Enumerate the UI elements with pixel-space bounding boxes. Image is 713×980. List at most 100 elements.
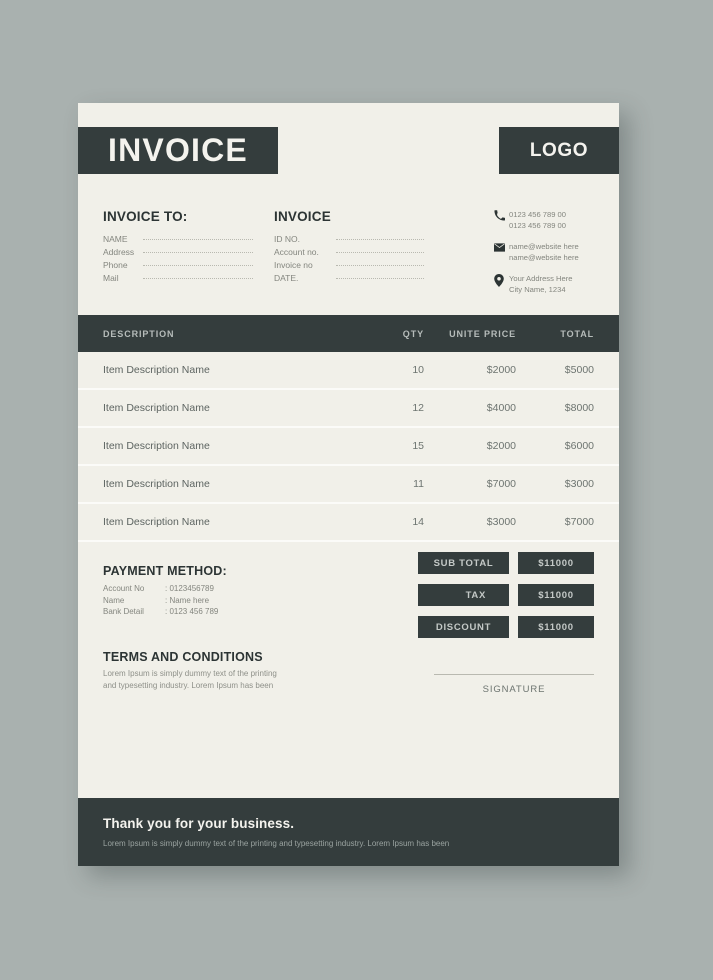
items-table-header: DESCRIPTION QTY UNITE PRICE TOTAL — [78, 315, 619, 352]
total-row-discount: DISCOUNT $11000 — [418, 616, 594, 638]
payment-row-account: Account No : 0123456789 — [103, 584, 218, 596]
payment-value-account: : 0123456789 — [165, 584, 214, 593]
invoice-meta-label-invoiceno: Invoice no — [274, 260, 313, 270]
contact-address: Your Address Here City Name, 1234 — [494, 273, 624, 295]
contact-block: 0123 456 789 00 0123 456 789 00 name@web… — [494, 209, 624, 305]
table-row[interactable]: Item Description Name 14 $3000 $7000 — [78, 504, 619, 542]
bill-to-input-phone[interactable] — [143, 265, 253, 266]
cell-total: $5000 — [564, 364, 594, 376]
bill-to-label-name: NAME — [103, 234, 128, 244]
invoice-meta-input-id[interactable] — [336, 239, 424, 240]
footer-title: Thank you for your business. — [103, 816, 295, 831]
invoice-meta-input-date[interactable] — [336, 278, 424, 279]
discount-value: $11000 — [518, 616, 594, 638]
cell-unit-price: $4000 — [486, 402, 516, 414]
logo-badge: LOGO — [499, 127, 619, 174]
column-header-total: TOTAL — [560, 328, 594, 339]
contact-email-lines: name@website here name@website here — [509, 241, 579, 263]
cell-unit-price: $7000 — [486, 478, 516, 490]
invoice-header: INVOICE LOGO INVOICE TO: NAME Address Ph… — [78, 103, 619, 315]
invoice-meta-input-invoiceno[interactable] — [336, 265, 424, 266]
discount-label: DISCOUNT — [418, 616, 509, 638]
cell-description: Item Description Name — [103, 402, 210, 414]
bill-to-input-mail[interactable] — [143, 278, 253, 279]
footer-subtitle: Lorem Ipsum is simply dummy text of the … — [103, 839, 450, 848]
invoice-meta-label-account: Account no. — [274, 247, 319, 257]
signature-line[interactable] — [434, 674, 594, 675]
invoice-footer: Thank you for your business. Lorem Ipsum… — [78, 798, 619, 866]
field-row: Mail — [103, 273, 253, 285]
invoice-page: INVOICE LOGO INVOICE TO: NAME Address Ph… — [78, 103, 619, 866]
payment-method-details: Account No : 0123456789 Name : Name here… — [103, 584, 218, 619]
field-row: Invoice no — [274, 260, 424, 272]
contact-email: name@website here name@website here — [494, 241, 624, 263]
page-title: INVOICE — [108, 132, 248, 168]
contact-phone-line1: 0123 456 789 00 — [509, 210, 567, 219]
table-row[interactable]: Item Description Name 12 $4000 $8000 — [78, 390, 619, 428]
cell-qty: 12 — [412, 402, 424, 414]
invoice-meta-label-date: DATE. — [274, 273, 299, 283]
column-header-unit-price: UNITE PRICE — [449, 328, 516, 339]
column-header-qty: QTY — [402, 328, 424, 339]
cell-qty: 11 — [413, 478, 424, 490]
items-table-body: Item Description Name 10 $2000 $5000 Ite… — [78, 352, 619, 542]
subtotal-label: SUB TOTAL — [418, 552, 509, 574]
location-pin-icon — [494, 273, 509, 287]
subtotal-value: $11000 — [518, 552, 594, 574]
summary-section: PAYMENT METHOD: Account No : 0123456789 … — [78, 542, 619, 782]
table-row[interactable]: Item Description Name 10 $2000 $5000 — [78, 352, 619, 390]
cell-total: $3000 — [564, 478, 594, 490]
envelope-icon — [494, 241, 509, 253]
tax-value: $11000 — [518, 584, 594, 606]
bill-to-label-mail: Mail — [103, 273, 119, 283]
payment-key-bank: Bank Detail — [103, 607, 144, 616]
cell-total: $8000 — [564, 402, 594, 414]
payment-key-name: Name — [103, 595, 125, 605]
invoice-meta-label-id: ID NO. — [274, 234, 300, 244]
terms-body: Lorem Ipsum is simply dummy text of the … — [103, 669, 277, 690]
bill-to-input-name[interactable] — [143, 239, 253, 240]
column-header-description: DESCRIPTION — [103, 328, 175, 339]
cell-unit-price: $2000 — [486, 364, 516, 376]
terms-heading: TERMS AND CONDITIONS — [103, 650, 263, 664]
bill-to-input-address[interactable] — [143, 252, 253, 253]
bill-to-label-address: Address — [103, 247, 135, 257]
payment-value-name: : Name here — [165, 595, 210, 605]
invoice-meta-input-account[interactable] — [336, 252, 424, 253]
bill-to-block: INVOICE TO: NAME Address Phone Mail — [103, 209, 253, 286]
contact-email-line2: name@website here — [509, 253, 579, 262]
payment-row-name: Name : Name here — [103, 596, 218, 608]
phone-icon — [494, 209, 509, 221]
payment-value-bank: : 0123 456 789 — [165, 607, 219, 616]
contact-address-lines: Your Address Here City Name, 1234 — [509, 273, 572, 295]
cell-total: $6000 — [564, 440, 594, 452]
cell-description: Item Description Name — [103, 440, 210, 452]
contact-phone-line2: 0123 456 789 00 — [509, 221, 567, 230]
tax-label: TAX — [418, 584, 509, 606]
table-row[interactable]: Item Description Name 15 $2000 $6000 — [78, 428, 619, 466]
field-row: Address — [103, 247, 253, 259]
cell-qty: 15 — [412, 440, 424, 452]
payment-key-account: Account No — [103, 584, 145, 593]
field-row: ID NO. — [274, 234, 424, 246]
cell-description: Item Description Name — [103, 516, 210, 528]
contact-address-line1: Your Address Here — [509, 274, 573, 283]
bill-to-label-phone: Phone — [103, 260, 128, 270]
cell-unit-price: $3000 — [486, 516, 516, 528]
contact-email-line1: name@website here — [509, 242, 579, 251]
contact-phone-lines: 0123 456 789 00 0123 456 789 00 — [509, 209, 566, 231]
payment-method-heading: PAYMENT METHOD: — [103, 564, 227, 578]
total-row-subtotal: SUB TOTAL $11000 — [418, 552, 594, 574]
contact-phone: 0123 456 789 00 0123 456 789 00 — [494, 209, 624, 231]
cell-description: Item Description Name — [103, 478, 210, 490]
field-row: DATE. — [274, 273, 424, 285]
field-row: Phone — [103, 260, 253, 272]
invoice-meta-block: INVOICE ID NO. Account no. Invoice no DA… — [274, 209, 424, 286]
payment-row-bank: Bank Detail : 0123 456 789 — [103, 607, 218, 619]
table-row[interactable]: Item Description Name 11 $7000 $3000 — [78, 466, 619, 504]
cell-qty: 10 — [412, 364, 424, 376]
cell-unit-price: $2000 — [486, 440, 516, 452]
total-row-tax: TAX $11000 — [418, 584, 594, 606]
signature-label: SIGNATURE — [482, 684, 546, 695]
field-row: Account no. — [274, 247, 424, 259]
